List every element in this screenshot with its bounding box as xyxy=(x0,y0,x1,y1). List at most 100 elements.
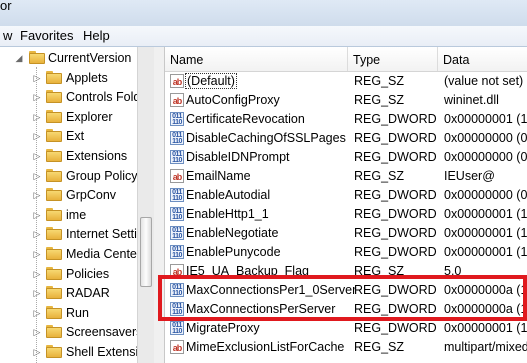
tree-item-label: Shell Extensio xyxy=(66,345,146,359)
value-row[interactable]: 011 110 CertificateRevocation REG_DWORD 0x0… xyxy=(165,110,527,129)
value-row[interactable]: 011 110 DisableIDNPrompt REG_DWORD 0x000000… xyxy=(165,148,527,167)
value-row[interactable]: ab AutoConfigProxy REG_SZ wininet.dll xyxy=(165,91,527,110)
expand-arrow-icon[interactable]: ▷ xyxy=(32,287,42,299)
tree-item[interactable]: ▷ Controls Fold xyxy=(0,88,141,107)
tree-item[interactable]: ▷ ime xyxy=(0,206,137,225)
folder-icon xyxy=(46,305,62,319)
expand-arrow-icon[interactable]: ▷ xyxy=(32,326,42,338)
title-bar: or xyxy=(0,0,527,26)
value-name: EnableNegotiate xyxy=(186,226,279,240)
tree-item[interactable]: ▷ Extensions xyxy=(0,147,137,166)
value-row[interactable]: 011 110 EnablePunycode REG_DWORD 0x00000001… xyxy=(165,243,527,262)
value-data: 0x00000000 (0) xyxy=(444,150,527,164)
value-data: (value not set) xyxy=(444,74,524,88)
tree-item[interactable]: ▷ RADAR xyxy=(0,284,137,303)
menu-view[interactable]: w xyxy=(0,28,15,43)
list-header: Name Type Data xyxy=(165,47,527,72)
value-name: CertificateRevocation xyxy=(186,112,305,126)
tree-item[interactable]: ▷ Internet Settir xyxy=(0,225,141,244)
expand-arrow-icon[interactable]: ▷ xyxy=(32,307,42,319)
string-value-icon: ab xyxy=(170,93,184,107)
expand-arrow-icon[interactable]: ▷ xyxy=(32,228,42,240)
folder-icon xyxy=(46,227,62,241)
value-type: REG_DWORD xyxy=(354,207,437,221)
expand-arrow-icon[interactable]: ▷ xyxy=(32,248,42,260)
value-type: REG_SZ xyxy=(354,74,405,88)
value-name: EnableAutodial xyxy=(186,188,271,202)
folder-icon xyxy=(46,129,62,143)
column-header-data[interactable]: Data xyxy=(438,47,527,71)
tree-scrollbar[interactable] xyxy=(137,47,154,363)
value-type: REG_DWORD xyxy=(354,150,437,164)
menu-favorites[interactable]: Favorites xyxy=(17,28,76,43)
tree-scrollbar-thumb[interactable] xyxy=(140,217,152,287)
value-type: REG_DWORD xyxy=(354,131,437,145)
value-row[interactable]: 011 110 DisableCachingOfSSLPages REG_DWORD… xyxy=(165,129,527,148)
expand-arrow-icon[interactable]: ▷ xyxy=(32,150,42,162)
column-header-type[interactable]: Type xyxy=(348,47,438,71)
tree-item[interactable]: ▷ Group Policy xyxy=(0,167,138,186)
value-type: REG_DWORD xyxy=(354,188,437,202)
expand-arrow-icon[interactable]: ▷ xyxy=(32,72,42,84)
tree-item[interactable]: ▷ Policies xyxy=(0,265,137,284)
column-header-name[interactable]: Name xyxy=(165,47,348,71)
folder-icon xyxy=(46,90,62,104)
expand-arrow-icon[interactable]: ▷ xyxy=(32,91,42,103)
tree-item[interactable]: ▷ Ext xyxy=(0,127,137,146)
expand-arrow-icon[interactable]: ▷ xyxy=(32,268,42,280)
menu-help[interactable]: Help xyxy=(80,28,113,43)
expand-arrow-icon[interactable]: ▷ xyxy=(32,130,42,142)
value-data: multipart/mixed xyxy=(444,340,527,354)
dword-value-icon: 011 110 xyxy=(170,207,184,221)
value-data: 0x00000000 (0) xyxy=(444,131,527,145)
value-row[interactable]: ab MimeExclusionListForCache REG_SZ multipa… xyxy=(165,338,527,357)
folder-icon xyxy=(46,70,62,84)
folder-icon xyxy=(46,168,62,182)
tree-item-label: Group Policy xyxy=(66,168,138,183)
folder-icon xyxy=(46,109,62,123)
value-data: 0x00000001 (1) xyxy=(444,226,527,240)
value-type: REG_DWORD xyxy=(354,226,437,240)
value-row[interactable]: ab (Default) REG_SZ (value not set) xyxy=(165,72,527,91)
tree-item-label: Internet Settir xyxy=(66,227,142,242)
value-row[interactable]: 011 110 EnableAutodial REG_DWORD 0x00000000… xyxy=(165,186,527,205)
tree-item[interactable]: ▷ Screensavers xyxy=(0,323,142,342)
folder-icon xyxy=(46,266,62,280)
tree-item-label: Explorer xyxy=(66,109,113,124)
expand-arrow-icon[interactable]: ▷ xyxy=(32,189,42,201)
value-row[interactable]: 011 110 EnableHttp1_1 REG_DWORD 0x00000001 … xyxy=(165,205,527,224)
dword-value-icon: 011 110 xyxy=(170,150,184,164)
folder-icon xyxy=(46,188,62,202)
value-row[interactable]: 011 110 MigrateProxy REG_DWORD 0x00000001 (… xyxy=(165,319,527,338)
value-type: REG_DWORD xyxy=(354,112,437,126)
expand-arrow-icon[interactable]: ▷ xyxy=(32,209,42,221)
dword-value-icon: 011 110 xyxy=(170,131,184,145)
expand-arrow-icon[interactable]: ▷ xyxy=(32,170,42,182)
tree-item[interactable]: ▷ Explorer xyxy=(0,108,137,127)
tree-item-label: Screensavers xyxy=(66,325,143,340)
value-name: MimeExclusionListForCache xyxy=(186,340,345,354)
tree-item[interactable]: ▷ Applets xyxy=(0,69,137,88)
tree-item-label: RADAR xyxy=(66,286,110,301)
tree-item[interactable]: ▷ Media Center xyxy=(0,245,141,264)
value-type: REG_DWORD xyxy=(354,321,437,335)
tree-item[interactable]: ▷ Shell Extensio xyxy=(0,343,145,362)
value-row[interactable]: 011 110 EnableNegotiate REG_DWORD 0x0000000… xyxy=(165,224,527,243)
value-row[interactable]: ab EmailName REG_SZ IEUser@ xyxy=(165,167,527,186)
tree-item[interactable]: ▷ GrpConv xyxy=(0,186,137,205)
tree-item-label: CurrentVersion xyxy=(48,51,132,65)
tree-item-label: Applets xyxy=(66,70,108,85)
folder-icon xyxy=(46,286,62,300)
tree-item-currentversion[interactable]: ◢ CurrentVersion xyxy=(0,49,137,68)
tree-item-label: Controls Fold xyxy=(66,90,141,105)
dword-value-icon: 011 110 xyxy=(170,245,184,259)
dword-value-icon: 011 110 xyxy=(170,112,184,126)
expand-arrow-icon[interactable]: ▷ xyxy=(32,346,42,358)
tree-item[interactable]: ▷ Run xyxy=(0,304,137,323)
registry-tree[interactable]: ◢ CurrentVersion ▷ Applets ▷ Controls Fold ▷ Ex… xyxy=(0,47,154,363)
expanded-arrow-icon[interactable]: ◢ xyxy=(14,52,24,64)
value-data: 0x00000001 (1) xyxy=(444,321,527,335)
tree-item-label: GrpConv xyxy=(66,188,117,203)
menu-bar: w Favorites Help xyxy=(0,26,527,47)
expand-arrow-icon[interactable]: ▷ xyxy=(32,111,42,123)
